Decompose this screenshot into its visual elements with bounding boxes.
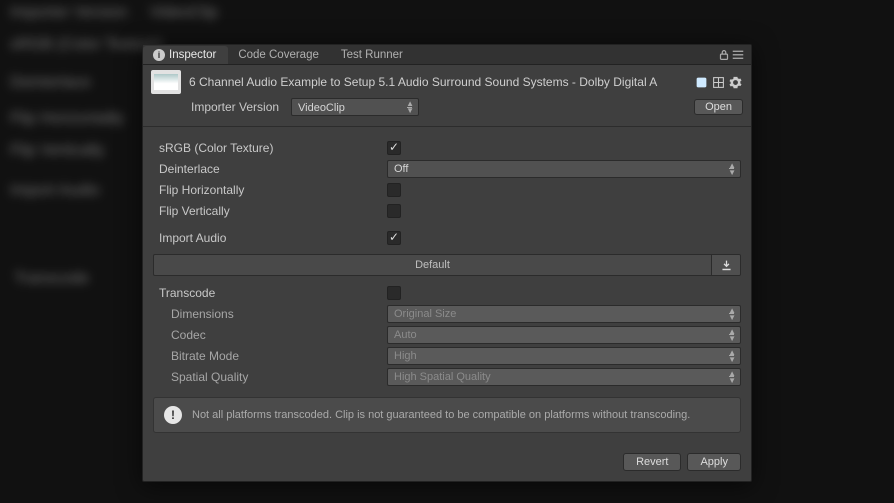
flipv-label: Flip Vertically <box>153 204 387 218</box>
warning-icon: ! <box>164 406 182 424</box>
field-srgb: sRGB (Color Texture) <box>153 137 741 158</box>
field-dimensions: Dimensions Original Size ▲▼ <box>153 303 741 324</box>
inspector-panel: i Inspector Code Coverage Test Runner 6 … <box>142 44 752 482</box>
info-icon: i <box>153 49 165 61</box>
lock-icon[interactable] <box>717 48 731 62</box>
apply-button[interactable]: Apply <box>687 453 741 471</box>
warning-text: Not all platforms transcoded. Clip is no… <box>192 409 690 421</box>
tab-label: Inspector <box>169 49 216 61</box>
srgb-label: sRGB (Color Texture) <box>153 141 387 155</box>
fliph-label: Flip Horizontally <box>153 183 387 197</box>
warning-box: ! Not all platforms transcoded. Clip is … <box>153 397 741 433</box>
field-flip-horizontal: Flip Horizontally <box>153 179 741 200</box>
deinterlace-dropdown[interactable]: Off ▲▼ <box>387 160 741 178</box>
dropdown-value: Original Size <box>394 308 456 320</box>
platform-tabs: Default <box>153 254 741 276</box>
tab-bar: i Inspector Code Coverage Test Runner <box>143 45 751 65</box>
field-spatial-quality: Spatial Quality High Spatial Quality ▲▼ <box>153 366 741 387</box>
deinterlace-label: Deinterlace <box>153 162 387 176</box>
dimensions-dropdown[interactable]: Original Size ▲▼ <box>387 305 741 323</box>
importer-row: Importer Version VideoClip ▲▼ Open <box>143 94 751 124</box>
prefab-icon[interactable] <box>711 75 726 90</box>
field-bitrate-mode: Bitrate Mode High ▲▼ <box>153 345 741 366</box>
tab-test-runner[interactable]: Test Runner <box>331 46 415 64</box>
field-transcode: Transcode <box>153 282 741 303</box>
importer-version-dropdown[interactable]: VideoClip ▲▼ <box>291 98 419 116</box>
srgb-checkbox[interactable] <box>387 141 401 155</box>
asset-title: 6 Channel Audio Example to Setup 5.1 Aud… <box>189 75 686 89</box>
bitrate-dropdown[interactable]: High ▲▼ <box>387 347 741 365</box>
dropdown-value: Auto <box>394 329 417 341</box>
footer: Revert Apply <box>143 443 751 481</box>
dimensions-label: Dimensions <box>153 307 387 321</box>
field-import-audio: Import Audio <box>153 227 741 248</box>
dropdown-value: Off <box>394 163 408 175</box>
tab-label: Test Runner <box>341 49 403 61</box>
asset-thumbnail <box>151 70 181 94</box>
import-audio-label: Import Audio <box>153 231 387 245</box>
dropdown-value: High <box>394 350 417 362</box>
transcode-checkbox[interactable] <box>387 286 401 300</box>
open-button[interactable]: Open <box>694 99 743 115</box>
tab-code-coverage[interactable]: Code Coverage <box>228 46 331 64</box>
gear-icon[interactable] <box>728 75 743 90</box>
codec-dropdown[interactable]: Auto ▲▼ <box>387 326 741 344</box>
import-audio-checkbox[interactable] <box>387 231 401 245</box>
spatial-dropdown[interactable]: High Spatial Quality ▲▼ <box>387 368 741 386</box>
fliph-checkbox[interactable] <box>387 183 401 197</box>
flipv-checkbox[interactable] <box>387 204 401 218</box>
tab-label: Default <box>415 259 450 271</box>
transcode-label: Transcode <box>153 286 387 300</box>
dropdown-value: High Spatial Quality <box>394 371 491 383</box>
dropdown-value: VideoClip <box>298 102 345 114</box>
platform-download-icon[interactable] <box>712 255 740 275</box>
spatial-label: Spatial Quality <box>153 370 387 384</box>
field-deinterlace: Deinterlace Off ▲▼ <box>153 158 741 179</box>
addressable-icon[interactable] <box>694 75 709 90</box>
field-codec: Codec Auto ▲▼ <box>153 324 741 345</box>
tab-label: Code Coverage <box>238 49 319 61</box>
asset-header: 6 Channel Audio Example to Setup 5.1 Aud… <box>143 65 751 94</box>
codec-label: Codec <box>153 328 387 342</box>
importer-version-label: Importer Version <box>191 100 283 114</box>
bitrate-label: Bitrate Mode <box>153 349 387 363</box>
revert-button[interactable]: Revert <box>623 453 681 471</box>
platform-default-tab[interactable]: Default <box>154 255 712 275</box>
context-menu-icon[interactable] <box>731 48 745 62</box>
field-flip-vertical: Flip Vertically <box>153 200 741 221</box>
tab-inspector[interactable]: i Inspector <box>143 46 228 64</box>
